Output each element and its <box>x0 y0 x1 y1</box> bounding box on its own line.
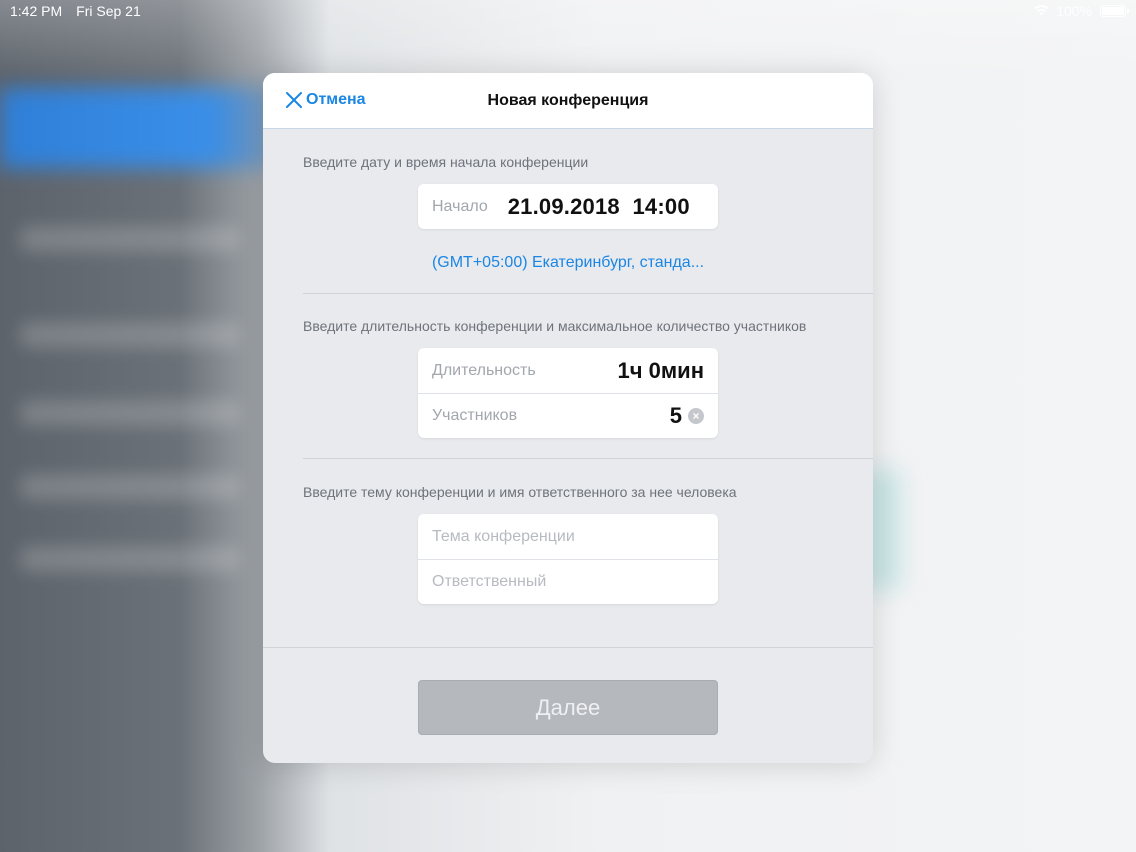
next-button[interactable]: Далее <box>418 680 718 735</box>
duration-row[interactable]: Длительность 1ч 0мин <box>418 348 718 393</box>
cancel-label: Отмена <box>306 91 366 108</box>
topic-placeholder: Тема конференции <box>432 527 575 545</box>
section-divider <box>303 458 873 459</box>
duration-section-label: Введите длительность конференции и макси… <box>303 318 807 334</box>
status-bar: 1:42 PM Fri Sep 21 100% <box>0 0 1136 22</box>
modal-title: Новая конференция <box>487 91 649 109</box>
battery-percent: 100% <box>1056 3 1092 19</box>
status-right: 100% <box>1033 3 1129 19</box>
background-row <box>20 474 240 500</box>
timezone-link[interactable]: (GMT+05:00) Екатеринбург, станда... <box>263 254 873 272</box>
topic-section-label: Введите тему конференции и имя ответстве… <box>303 484 737 500</box>
start-value: 21.09.2018 14:00 <box>507 193 690 219</box>
start-section-label: Введите дату и время начала конференции <box>303 154 589 170</box>
cancel-button[interactable]: Отмена <box>285 91 366 109</box>
wifi-icon <box>1033 3 1050 19</box>
section-divider <box>303 293 873 294</box>
topic-input[interactable]: Тема конференции <box>418 514 718 559</box>
new-conference-modal: Отмена Новая конференция Введите дату и … <box>263 73 873 763</box>
start-row[interactable]: Начало 21.09.2018 14:00 <box>418 184 718 229</box>
background-row <box>20 400 240 426</box>
participants-label: Участников <box>432 406 518 424</box>
background-row <box>20 322 240 348</box>
battery-icon <box>1100 5 1129 17</box>
status-date: Fri Sep 21 <box>76 3 141 19</box>
responsible-input[interactable]: Ответственный <box>418 559 718 604</box>
duration-value: 1ч 0мин <box>617 357 704 383</box>
background-selected-row <box>0 88 300 168</box>
duration-label: Длительность <box>432 361 536 379</box>
start-card: Начало 21.09.2018 14:00 <box>418 184 718 229</box>
modal-header: Отмена Новая конференция <box>263 73 873 129</box>
participants-row: Участников 5 × <box>418 393 718 438</box>
start-label: Начало <box>432 197 488 215</box>
participants-input[interactable]: 5 <box>670 403 682 429</box>
footer-divider <box>263 647 873 648</box>
duration-card: Длительность 1ч 0мин Участников 5 × <box>418 348 718 438</box>
close-icon <box>285 91 303 109</box>
responsible-placeholder: Ответственный <box>432 572 547 590</box>
background-row <box>20 546 240 572</box>
topic-card: Тема конференции Ответственный <box>418 514 718 604</box>
status-time: 1:42 PM <box>10 3 63 19</box>
clear-icon[interactable]: × <box>688 407 704 424</box>
background-row <box>20 226 240 252</box>
